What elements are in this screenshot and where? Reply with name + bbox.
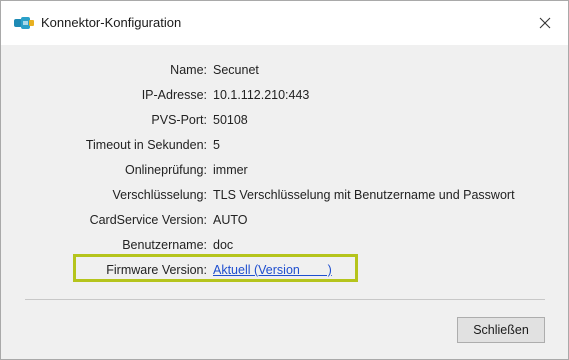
field-row-timeout: Timeout in Sekunden: 5 (1, 138, 568, 158)
firmware-highlight-box (73, 254, 358, 282)
online-check-label: Onlineprüfung: (124, 163, 207, 177)
name-value: Secunet (213, 63, 259, 77)
cardservice-version-value: AUTO (213, 213, 248, 227)
name-label: Name: (170, 63, 207, 77)
ip-address-label: IP-Adresse: (141, 88, 207, 102)
window-title: Konnektor-Konfiguration (41, 15, 182, 30)
close-button[interactable]: Schließen (457, 317, 545, 343)
ip-address-value: 10.1.112.210:443 (213, 88, 310, 102)
title-bar[interactable]: Konnektor-Konfiguration (1, 1, 568, 45)
field-row-ip: IP-Adresse: 10.1.112.210:443 (1, 88, 568, 108)
close-icon (539, 17, 551, 29)
pvs-port-label: PVS-Port: (151, 113, 207, 127)
field-row-online-check: Onlineprüfung: immer (1, 163, 568, 183)
username-value: doc (213, 238, 234, 252)
username-label: Benutzername: (122, 238, 207, 252)
encryption-value: TLS Verschlüsselung mit Benutzername und… (213, 188, 515, 202)
field-row-encryption: Verschlüsselung: TLS Verschlüsselung mit… (1, 188, 568, 208)
dialog-window: Konnektor-Konfiguration Name: Secunet IP… (0, 0, 569, 360)
online-check-value: immer (213, 163, 248, 177)
field-row-name: Name: Secunet (1, 63, 568, 83)
close-window-button[interactable] (522, 1, 568, 45)
connector-icon (14, 16, 34, 29)
field-row-cardservice: CardService Version: AUTO (1, 213, 568, 233)
separator (25, 299, 545, 300)
pvs-port-value: 50108 (213, 113, 248, 127)
cardservice-version-label: CardService Version: (89, 213, 207, 227)
encryption-label: Verschlüsselung: (112, 188, 207, 202)
timeout-value: 5 (213, 138, 220, 152)
timeout-label: Timeout in Sekunden: (85, 138, 207, 152)
field-row-pvs-port: PVS-Port: 50108 (1, 113, 568, 133)
